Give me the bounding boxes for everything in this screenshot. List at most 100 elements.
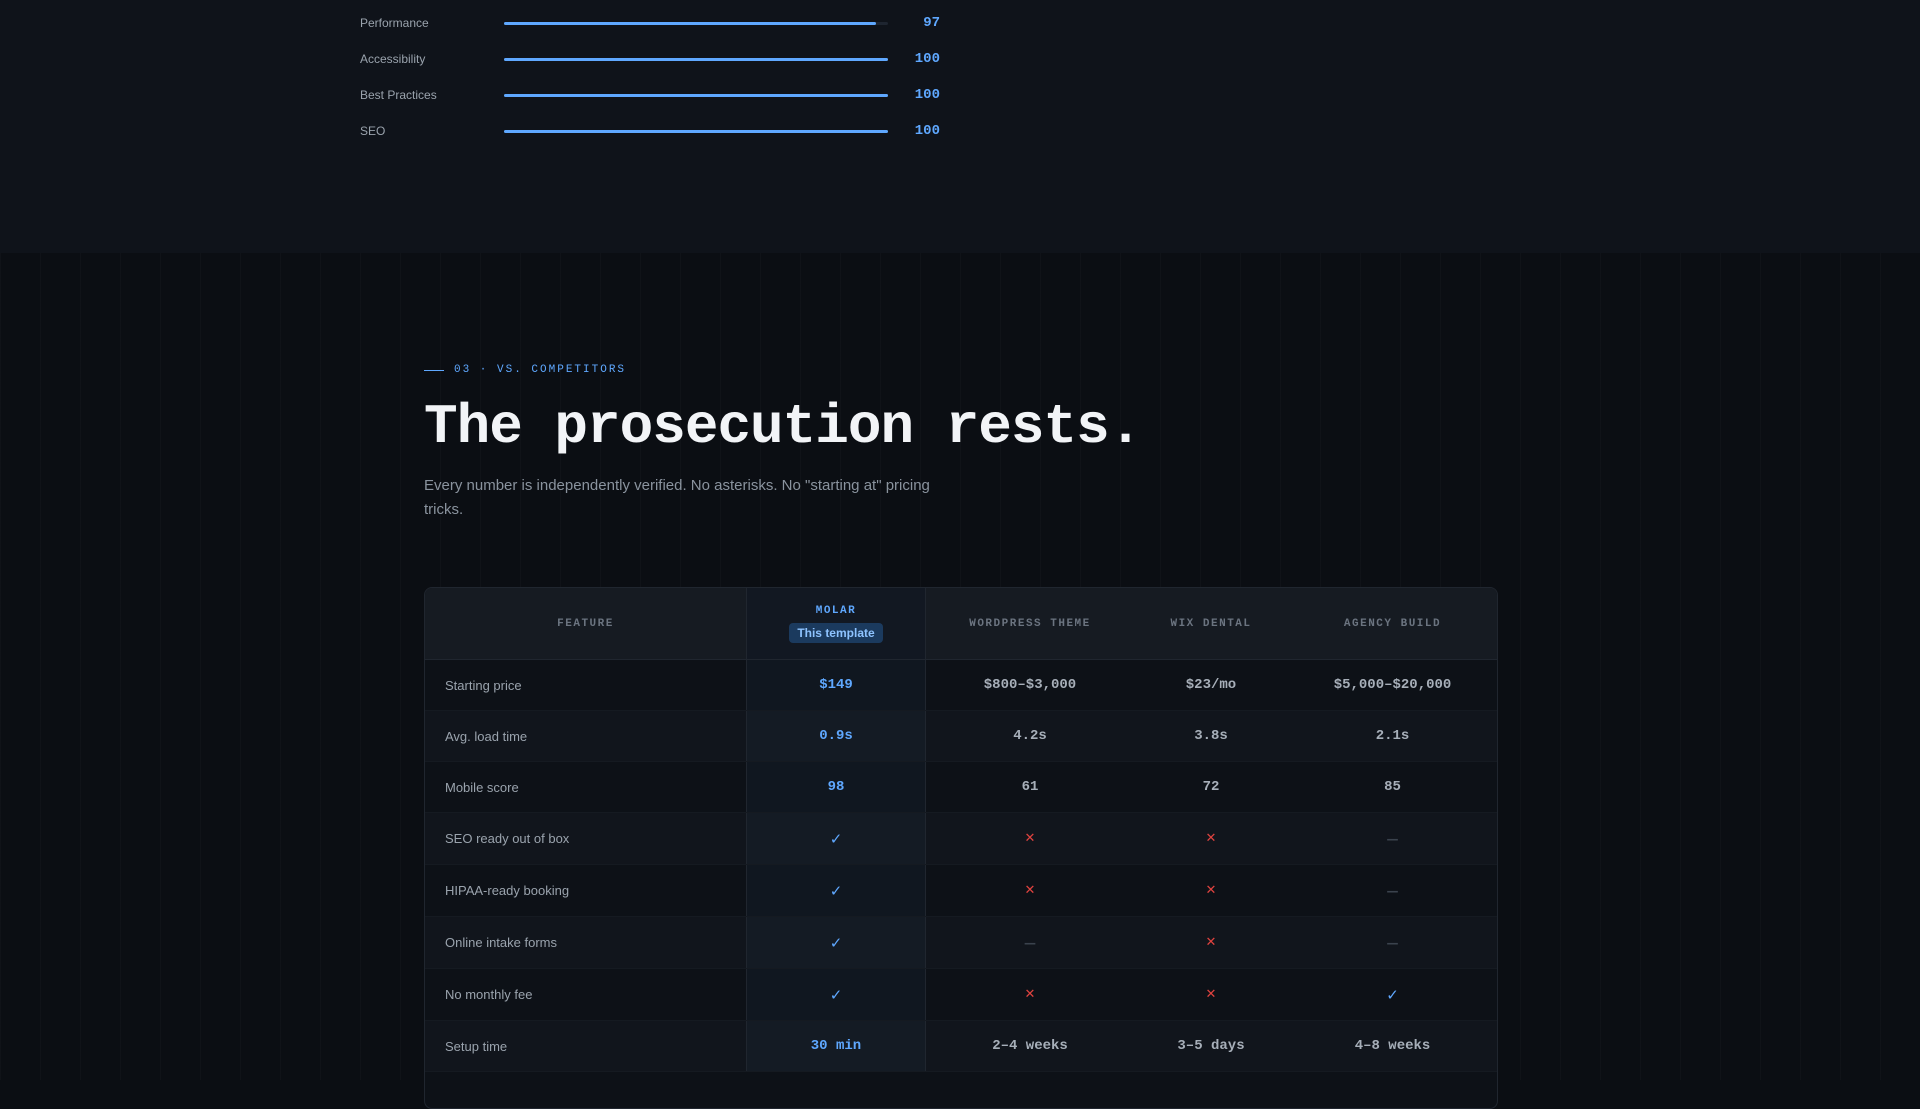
cell-agency: — (1288, 865, 1497, 916)
cell-wix: ✕ (1134, 969, 1288, 1020)
cell-wordpress: 2–4 weeks (992, 1038, 1068, 1054)
score-bar-fill (504, 93, 888, 97)
cell-agency: — (1288, 917, 1497, 968)
table-row: No monthly fee ✓ ✕ ✕ ✓ (425, 969, 1497, 1021)
cell-agency: ✓ (1288, 969, 1497, 1020)
cell-wordpress: 61 (1021, 779, 1039, 795)
feature-label: No monthly fee (445, 987, 533, 1002)
cell-wordpress: $800–$3,000 (983, 677, 1077, 693)
table-header: FEATURE MOLAR This template WORDPRESS TH… (425, 588, 1497, 660)
cell-wix: ✕ (1134, 865, 1288, 916)
table-row: Mobile score 98 61 72 85 (425, 762, 1497, 813)
cell-wix: 72 (1202, 779, 1220, 795)
lighthouse-scores-panel: Performance 97 Accessibility 100 Best Practi… (0, 0, 1920, 253)
cross-icon: ✕ (1205, 935, 1217, 950)
cross-icon: ✕ (1024, 987, 1036, 1002)
cell-agency: 2.1s (1375, 728, 1410, 744)
header-molar: MOLAR This template (746, 588, 926, 659)
section-title: The prosecution rests. (424, 395, 1142, 459)
check-icon: ✓ (1386, 985, 1399, 1004)
score-row: Performance 97 (360, 13, 940, 33)
check-icon: ✓ (829, 881, 843, 900)
header-agency: AGENCY BUILD (1343, 617, 1442, 630)
score-value: 100 (914, 51, 940, 67)
cell-molar: ✓ (746, 969, 926, 1020)
cross-icon: ✕ (1024, 883, 1036, 898)
table-row: Online intake forms ✓ — ✕ — (425, 917, 1497, 969)
check-icon: ✓ (829, 829, 843, 848)
section-eyebrow: 03 · VS. COMPETITORS (424, 364, 626, 376)
score-bar (504, 93, 888, 97)
cell-molar: 0.9s (746, 711, 926, 761)
cell-agency: $5,000–$20,000 (1333, 677, 1452, 693)
feature-label: Setup time (445, 1038, 508, 1054)
cell-wordpress: ✕ (926, 969, 1134, 1020)
score-bar-fill (504, 57, 888, 61)
score-label: Accessibility (360, 52, 426, 66)
score-label: Best Practices (360, 88, 437, 102)
cell-wix: $23/mo (1185, 677, 1237, 693)
score-bar (504, 129, 888, 133)
cell-wix: ✕ (1134, 917, 1288, 968)
cross-icon: ✕ (1205, 987, 1217, 1002)
table-row: Starting price $149 $800–$3,000 $23/mo $5,00… (425, 660, 1497, 711)
header-molar-label: MOLAR (815, 604, 857, 617)
cell-wordpress: ✕ (926, 813, 1134, 864)
dash-icon: — (1386, 883, 1399, 898)
score-row: Accessibility 100 (360, 49, 940, 69)
section-subtitle: Every number is independently verified. … (424, 477, 930, 518)
cell-wix: 3–5 days (1177, 1038, 1245, 1054)
eyebrow-line (424, 369, 444, 371)
feature-label: Avg. load time (445, 728, 528, 744)
cell-wordpress: 4.2s (1013, 728, 1047, 744)
score-bar (504, 57, 888, 61)
cell-wix: ✕ (1134, 813, 1288, 864)
score-bar-fill (504, 129, 888, 133)
cell-molar: 98 (746, 762, 926, 812)
cell-agency: — (1288, 813, 1497, 864)
cell-agency: 85 (1384, 779, 1401, 795)
table-row: HIPAA-ready booking ✓ ✕ ✕ — (425, 865, 1497, 917)
cell-wordpress: ✕ (926, 865, 1134, 916)
check-icon: ✓ (829, 985, 843, 1004)
feature-label: Starting price (445, 677, 522, 693)
table-row: Avg. load time 0.9s 4.2s 3.8s 2.1s (425, 711, 1497, 762)
feature-label: SEO ready out of box (445, 831, 570, 846)
score-value: 100 (914, 87, 940, 103)
this-template-badge: This template (789, 622, 883, 643)
cell-molar: ✓ (746, 813, 926, 864)
score-label: SEO (360, 124, 386, 138)
eyebrow-text: 03 · VS. COMPETITORS (454, 364, 627, 376)
header-wix: WIX DENTAL (1170, 617, 1252, 630)
dash-icon: — (1024, 935, 1036, 950)
feature-label: Online intake forms (445, 935, 557, 950)
score-bar (504, 21, 888, 25)
score-value: 97 (923, 15, 940, 31)
cell-agency: 4–8 weeks (1354, 1038, 1431, 1054)
feature-label: Mobile score (445, 779, 519, 795)
score-row: SEO 100 (360, 121, 940, 141)
cross-icon: ✕ (1205, 831, 1217, 846)
score-bar-fill (504, 21, 877, 25)
header-wordpress: WORDPRESS THEME (969, 617, 1091, 630)
dash-icon: — (1386, 935, 1399, 950)
cell-molar: ✓ (746, 865, 926, 916)
check-icon: ✓ (829, 933, 843, 952)
header-feature: FEATURE (557, 617, 614, 630)
cell-wix: 3.8s (1194, 728, 1228, 744)
score-value: 100 (914, 123, 940, 139)
cross-icon: ✕ (1024, 831, 1036, 846)
cell-molar: $149 (746, 660, 926, 710)
cell-wordpress: — (926, 917, 1134, 968)
cell-molar: 30 min (746, 1021, 926, 1071)
score-label: Performance (360, 16, 429, 30)
score-row: Best Practices 100 (360, 85, 940, 105)
cell-molar: ✓ (746, 917, 926, 968)
table-row: SEO ready out of box ✓ ✕ ✕ — (425, 813, 1497, 865)
cross-icon: ✕ (1205, 883, 1217, 898)
feature-label: HIPAA-ready booking (445, 883, 570, 898)
comparison-table: FEATURE MOLAR This template WORDPRESS TH… (424, 587, 1498, 1109)
table-body: Starting price $149 $800–$3,000 $23/mo $5,00… (425, 660, 1497, 1072)
dash-icon: — (1386, 831, 1399, 846)
table-row: Setup time 30 min 2–4 weeks 3–5 days 4–8 wee… (425, 1021, 1497, 1072)
